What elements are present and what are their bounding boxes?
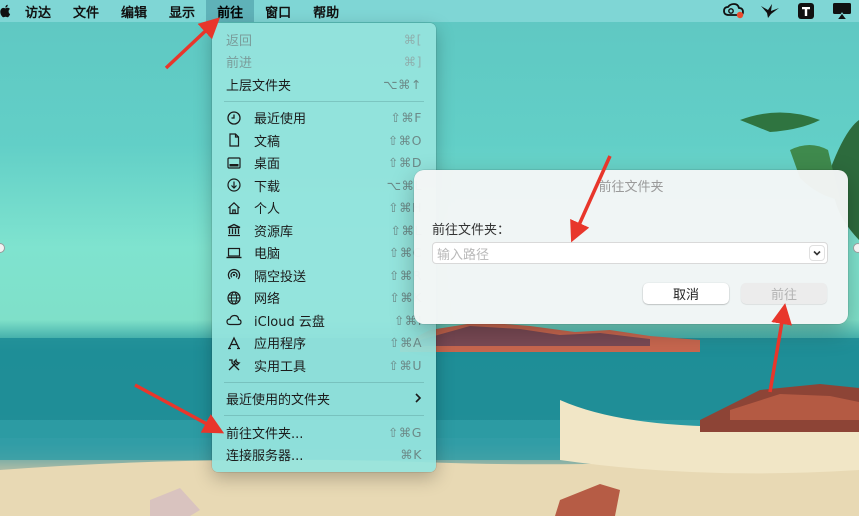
menu-item-documents[interactable]: 文稿 ⇧⌘O <box>212 129 436 152</box>
download-icon <box>226 177 242 193</box>
menu-item-applications[interactable]: 应用程序 ⇧⌘A <box>212 332 436 355</box>
menu-separator <box>224 381 424 383</box>
menu-item-library[interactable]: 资源库 ⇧⌘L <box>212 219 436 242</box>
chevron-right-icon <box>414 392 422 408</box>
menu-item-back[interactable]: 返回 ⌘[ <box>212 28 436 51</box>
menu-item-label: 网络 <box>254 292 281 308</box>
menu-item-label: 文稿 <box>254 134 281 150</box>
typora-icon[interactable] <box>795 2 817 20</box>
apple-icon[interactable] <box>0 0 14 22</box>
menu-item-label: 上层文件夹 <box>226 78 292 94</box>
menu-item-label: 前进 <box>226 56 253 72</box>
menu-item-airdrop[interactable]: 隔空投送 ⇧⌘R <box>212 264 436 287</box>
menu-item-label: 电脑 <box>254 247 281 263</box>
applications-icon <box>226 335 242 351</box>
menu-shortcut: ⇧⌘A <box>388 335 422 351</box>
menu-item-label: 返回 <box>226 33 253 49</box>
menu-shortcut: ⇧⌘D <box>387 155 422 171</box>
menu-item-label: 连接服务器... <box>226 449 304 465</box>
laptop-icon <box>226 245 242 261</box>
menu-item-desktop[interactable]: 桌面 ⇧⌘D <box>212 152 436 175</box>
menu-shortcut: ⌘K <box>400 447 422 463</box>
cloud-icon <box>226 312 242 328</box>
menubar-item-go[interactable]: 前往 <box>206 0 255 22</box>
menu-separator <box>224 100 424 102</box>
menu-item-recents[interactable]: 最近使用 ⇧⌘F <box>212 107 436 130</box>
menu-item-connect-server[interactable]: 连接服务器... ⌘K <box>212 444 436 467</box>
menu-item-label: 实用工具 <box>254 359 307 375</box>
menu-bar: 访达 文件 编辑 显示 前往 窗口 帮助 <box>0 0 859 22</box>
go-to-folder-dialog: 前往文件夹 前往文件夹： 输入路径 取消 前往 <box>414 170 848 324</box>
menubar-item-finder[interactable]: 访达 <box>14 0 62 22</box>
go-button[interactable]: 前往 <box>741 283 827 304</box>
menu-item-label: 应用程序 <box>254 337 307 353</box>
menu-item-icloud-drive[interactable]: iCloud 云盘 ⇧⌘I <box>212 309 436 332</box>
airplay-icon[interactable] <box>831 2 853 20</box>
menubar-item-file[interactable]: 文件 <box>62 0 110 22</box>
menu-shortcut: ⇧⌘U <box>388 357 422 373</box>
menu-item-label: 桌面 <box>254 157 281 173</box>
menu-item-go-to-folder[interactable]: 前往文件夹... ⇧⌘G <box>212 421 436 444</box>
network-icon <box>226 290 242 306</box>
document-icon <box>226 132 242 148</box>
path-input[interactable]: 输入路径 <box>432 242 828 264</box>
menu-item-downloads[interactable]: 下载 ⌥⌘L <box>212 174 436 197</box>
menu-shortcut: ⇧⌘O <box>387 132 422 148</box>
creative-cloud-icon[interactable] <box>723 2 745 20</box>
menu-item-label: 最近使用 <box>254 112 307 128</box>
path-placeholder: 输入路径 <box>437 247 490 263</box>
desktop-icon <box>226 155 242 171</box>
menu-shortcut: ⌘] <box>403 54 422 70</box>
menu-item-home[interactable]: 个人 ⇧⌘H <box>212 197 436 220</box>
menu-item-label: 下载 <box>254 179 281 195</box>
menu-shortcut: ⌥⌘↑ <box>383 76 422 92</box>
menubar-item-view[interactable]: 显示 <box>158 0 206 22</box>
clock-icon <box>226 110 242 126</box>
dialog-title: 前往文件夹 <box>598 180 664 195</box>
utilities-icon <box>226 357 242 373</box>
go-menu: 返回 ⌘[ 前进 ⌘] 上层文件夹 ⌥⌘↑ 最近使用 ⇧⌘F 文稿 ⇧⌘O 桌面… <box>212 23 436 472</box>
menu-item-recent-folders[interactable]: 最近使用的文件夹 <box>212 388 436 411</box>
field-label: 前往文件夹： <box>432 223 511 238</box>
bird-icon[interactable] <box>759 2 781 20</box>
chevron-down-icon[interactable] <box>809 245 825 261</box>
menu-item-label: 前往文件夹... <box>226 426 304 442</box>
menu-item-enclosing-folder[interactable]: 上层文件夹 ⌥⌘↑ <box>212 73 436 96</box>
cancel-button[interactable]: 取消 <box>643 283 729 304</box>
menubar-item-window[interactable]: 窗口 <box>254 0 302 22</box>
menu-shortcut: ⇧⌘G <box>387 424 422 440</box>
library-icon <box>226 222 242 238</box>
menu-item-label: 隔空投送 <box>254 269 307 285</box>
status-area <box>723 0 853 22</box>
menu-item-label: iCloud 云盘 <box>254 314 325 330</box>
menu-item-label: 资源库 <box>254 224 294 240</box>
airdrop-icon <box>226 267 242 283</box>
menu-item-network[interactable]: 网络 ⇧⌘K <box>212 287 436 310</box>
menu-shortcut: ⇧⌘F <box>390 110 422 126</box>
edge-handle-right <box>853 243 859 253</box>
menu-shortcut: ⌘[ <box>403 31 422 47</box>
menu-item-utilities[interactable]: 实用工具 ⇧⌘U <box>212 354 436 377</box>
menu-item-forward[interactable]: 前进 ⌘] <box>212 51 436 74</box>
menu-item-computer[interactable]: 电脑 ⇧⌘C <box>212 242 436 265</box>
menubar-item-edit[interactable]: 编辑 <box>110 0 158 22</box>
menu-item-label: 个人 <box>254 202 281 218</box>
home-icon <box>226 200 242 216</box>
menu-separator <box>224 415 424 416</box>
menu-item-label: 最近使用的文件夹 <box>226 393 331 409</box>
menubar-item-help[interactable]: 帮助 <box>302 0 350 22</box>
